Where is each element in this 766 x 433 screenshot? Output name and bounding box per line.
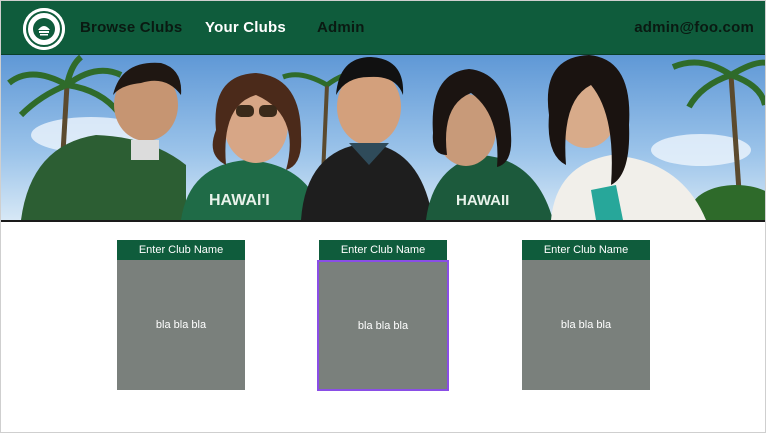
club-card-description: bla bla bla [317, 260, 449, 391]
hero-carousel[interactable]: HAWAI'I HAWAII [1, 55, 765, 222]
club-card[interactable]: Enter Club Name bla bla bla [117, 240, 245, 390]
user-account-menu[interactable]: admin@foo.com [634, 19, 754, 36]
club-card-selected[interactable]: Enter Club Name bla bla bla [317, 240, 449, 391]
club-card-title: Enter Club Name [522, 240, 650, 260]
nav-link-admin[interactable]: Admin [317, 19, 365, 36]
hero-slide-image: HAWAI'I HAWAII [1, 55, 765, 220]
club-card-title: Enter Club Name [117, 240, 245, 260]
svg-text:HAWAI'I: HAWAI'I [209, 192, 270, 209]
club-card-description: bla bla bla [117, 260, 245, 390]
nav-link-your-clubs[interactable]: Your Clubs [205, 19, 286, 36]
nav-link-browse-clubs[interactable]: Browse Clubs [80, 19, 182, 36]
top-navbar: Browse Clubs Your Clubs Admin admin@foo.… [1, 1, 765, 55]
club-card-description: bla bla bla [522, 260, 650, 390]
club-card[interactable]: Enter Club Name bla bla bla [522, 240, 650, 390]
club-card-title: Enter Club Name [319, 240, 447, 260]
university-seal-logo[interactable] [23, 8, 65, 50]
svg-text:HAWAII: HAWAII [456, 192, 509, 209]
